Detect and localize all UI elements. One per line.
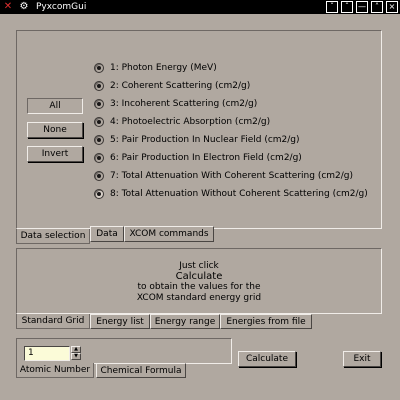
- close-icon[interactable]: ×: [386, 1, 398, 13]
- option-label: 5: Pair Production In Nuclear Field (cm2…: [110, 135, 300, 145]
- option-label: 8: Total Attenuation Without Coherent Sc…: [110, 189, 368, 199]
- option-label: 7: Total Attenuation With Coherent Scatt…: [110, 171, 354, 181]
- radio-button[interactable]: [94, 81, 104, 91]
- tab-energies-from-file[interactable]: Energies from file: [220, 314, 312, 329]
- option-pair-nuclear[interactable]: 5: Pair Production In Nuclear Field (cm2…: [94, 133, 300, 147]
- grid-instruction-line3: to obtain the values for the: [137, 282, 261, 292]
- option-photon-energy[interactable]: 1: Photon Energy (MeV): [94, 61, 217, 75]
- option-total-with-coherent[interactable]: 7: Total Attenuation With Coherent Scatt…: [94, 169, 353, 183]
- tab-chemical-formula[interactable]: Chemical Formula: [96, 363, 186, 378]
- window-title: PyxcomGui: [36, 2, 87, 12]
- maximize-icon[interactable]: ˄: [371, 1, 383, 13]
- exit-button[interactable]: Exit: [343, 351, 381, 367]
- tab-energy-list[interactable]: Energy list: [90, 314, 150, 329]
- option-label: 6: Pair Production In Electron Field (cm…: [110, 153, 302, 163]
- tab-xcom-commands[interactable]: XCOM commands: [124, 226, 214, 242]
- spin-up-icon[interactable]: ▲: [71, 346, 81, 353]
- title-bar: ✕ ⚙ PyxcomGui ˇ ˆ — ˄ ×: [0, 0, 400, 14]
- radio-button[interactable]: [94, 171, 104, 181]
- radio-button[interactable]: [94, 189, 104, 199]
- tab-standard-grid[interactable]: Standard Grid: [16, 314, 90, 329]
- option-total-without-coherent[interactable]: 8: Total Attenuation Without Coherent Sc…: [94, 187, 368, 201]
- option-label: 3: Incoherent Scattering (cm2/g): [110, 99, 258, 109]
- option-pair-electron[interactable]: 6: Pair Production In Electron Field (cm…: [94, 151, 302, 165]
- shade-up-icon[interactable]: ˆ: [341, 1, 353, 13]
- option-incoherent-scattering[interactable]: 3: Incoherent Scattering (cm2/g): [94, 97, 257, 111]
- option-label: 1: Photon Energy (MeV): [110, 63, 217, 73]
- calculate-button[interactable]: Calculate: [238, 351, 296, 367]
- radio-button[interactable]: [94, 63, 104, 73]
- atomic-number-spinner[interactable]: ▲ ▼: [71, 346, 81, 361]
- main-window: All None Invert 1: Photon Energy (MeV) 2…: [0, 14, 400, 400]
- gear-icon[interactable]: ⚙: [19, 2, 29, 12]
- tab-data-selection[interactable]: Data selection: [16, 229, 90, 244]
- tab-energy-range[interactable]: Energy range: [150, 314, 220, 329]
- option-photoelectric-absorption[interactable]: 4: Photoelectric Absorption (cm2/g): [94, 115, 270, 129]
- option-label: 2: Coherent Scattering (cm2/g): [110, 81, 251, 91]
- atomic-number-input[interactable]: 1: [24, 346, 70, 361]
- grid-instruction-line2: Calculate: [175, 271, 223, 282]
- tab-atomic-number[interactable]: Atomic Number: [16, 363, 94, 378]
- app-x-icon[interactable]: ✕: [3, 2, 13, 12]
- radio-button[interactable]: [94, 117, 104, 127]
- radio-button[interactable]: [94, 135, 104, 145]
- radio-button[interactable]: [94, 99, 104, 109]
- select-all-button[interactable]: All: [27, 98, 83, 114]
- grid-instruction-line4: XCOM standard energy grid: [136, 293, 262, 303]
- spin-down-icon[interactable]: ▼: [71, 353, 81, 360]
- invert-selection-button[interactable]: Invert: [27, 146, 83, 162]
- tab-data[interactable]: Data: [90, 226, 124, 242]
- option-label: 4: Photoelectric Absorption (cm2/g): [110, 117, 271, 127]
- minimize-icon[interactable]: —: [356, 1, 368, 13]
- select-none-button[interactable]: None: [27, 122, 83, 138]
- radio-button[interactable]: [94, 153, 104, 163]
- option-coherent-scattering[interactable]: 2: Coherent Scattering (cm2/g): [94, 79, 250, 93]
- window-controls: ˇ ˆ — ˄ ×: [326, 1, 398, 13]
- shade-down-icon[interactable]: ˇ: [326, 1, 338, 13]
